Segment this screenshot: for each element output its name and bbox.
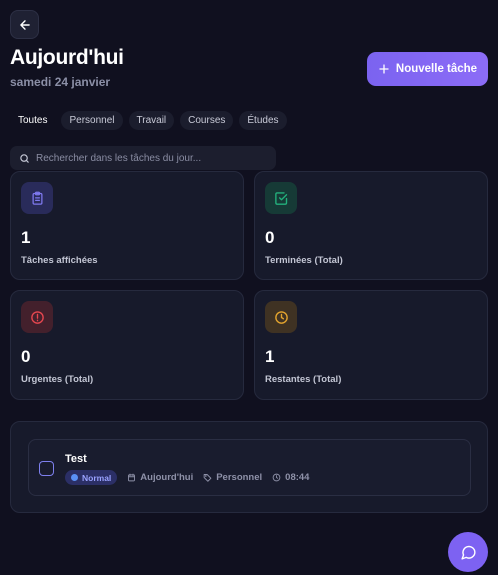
priority-label: Normal [82, 472, 112, 483]
search-icon [20, 153, 29, 163]
back-button[interactable] [10, 10, 39, 39]
search-bar [10, 146, 276, 170]
task-due-label: Aujourd'hui [140, 472, 194, 483]
clock-icon [265, 301, 297, 333]
task-title: Test [65, 453, 87, 465]
task-meta: Normal Aujourd'hui Personnel 08:44 [65, 470, 309, 485]
stat-card-urgent: 0 Urgentes (Total) [10, 290, 244, 400]
priority-dot-icon [71, 474, 78, 481]
new-task-button[interactable]: Nouvelle tâche [367, 52, 488, 86]
task-time-label: 08:44 [285, 472, 310, 483]
stat-value: 0 [265, 228, 275, 247]
filter-chip-personal[interactable]: Personnel [61, 111, 123, 130]
stat-card-completed: 0 Terminées (Total) [254, 171, 488, 280]
priority-badge: Normal [65, 470, 118, 485]
task-list: Test Normal Aujourd'hui Personnel 08:44 [10, 421, 488, 513]
task-checkbox[interactable] [39, 461, 54, 476]
task-time: 08:44 [272, 472, 309, 483]
stat-label: Tâches affichées [21, 255, 98, 266]
chat-button[interactable] [448, 532, 488, 572]
task-category-label: Personnel [216, 472, 263, 483]
alert-circle-icon [21, 301, 53, 333]
calendar-icon [128, 473, 136, 482]
page-title: Aujourd'hui [10, 46, 124, 69]
tag-icon [203, 474, 212, 482]
message-circle-icon [460, 545, 476, 560]
stat-label: Terminées (Total) [265, 255, 343, 266]
filter-chip-studies[interactable]: Études [239, 111, 287, 130]
filter-chip-all[interactable]: Toutes [10, 111, 56, 130]
stat-value: 1 [265, 347, 275, 366]
filter-chip-work[interactable]: Travail [128, 111, 175, 130]
clock-icon [272, 473, 281, 482]
clipboard-icon [21, 182, 53, 214]
stat-value: 1 [21, 228, 31, 247]
stat-value: 0 [21, 347, 31, 366]
plus-icon [379, 64, 389, 74]
stat-card-displayed: 1 Tâches affichées [10, 171, 244, 280]
task-category: Personnel [203, 472, 262, 483]
arrow-left-icon [19, 19, 30, 30]
filter-chip-shopping[interactable]: Courses [180, 111, 234, 130]
page-date: samedi 24 janvier [10, 75, 111, 89]
category-filters: Toutes Personnel Travail Courses Études [10, 111, 287, 130]
task-due: Aujourd'hui [127, 472, 193, 483]
new-task-label: Nouvelle tâche [395, 63, 478, 75]
task-item[interactable]: Test Normal Aujourd'hui Personnel 08:44 [28, 439, 471, 496]
search-input[interactable] [36, 152, 266, 164]
stat-card-remaining: 1 Restantes (Total) [254, 290, 488, 400]
stat-label: Urgentes (Total) [21, 374, 94, 385]
stat-label: Restantes (Total) [265, 374, 342, 385]
check-square-icon [265, 182, 297, 214]
